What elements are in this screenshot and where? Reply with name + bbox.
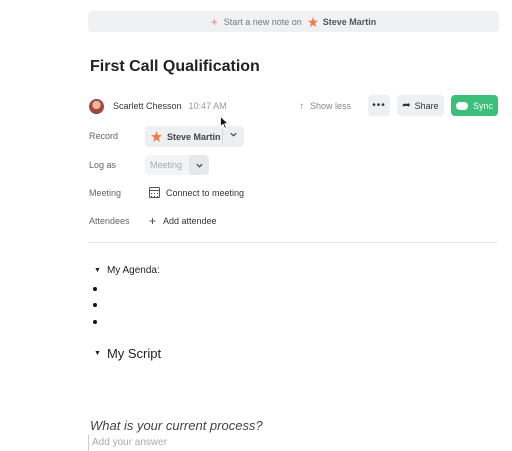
logas-value: Meeting (150, 160, 183, 170)
agenda-bullet[interactable] (93, 320, 97, 324)
sync-button[interactable]: Sync (451, 95, 498, 116)
caret-down-icon[interactable]: ▼ (94, 267, 101, 274)
script-heading-text: My Script (106, 346, 162, 361)
question-text: What is your current process? (90, 418, 263, 433)
show-less-label: Show less (310, 101, 352, 111)
answer-input[interactable]: Add your answer (88, 435, 167, 451)
plus-icon: + (210, 14, 218, 29)
hubspot-contact-icon (307, 16, 318, 27)
logas-select[interactable]: Meeting (145, 155, 209, 175)
new-note-contact: Steve Martin (322, 16, 377, 27)
start-new-note-bar[interactable]: + Start a new note on Steve Martin (88, 11, 499, 32)
hubspot-contact-icon (151, 131, 162, 142)
share-arrow-icon: ➦ (402, 100, 411, 111)
agenda-bullet[interactable] (93, 287, 97, 291)
new-note-prefix: Start a new note on (223, 16, 302, 27)
connect-meeting-button[interactable]: Connect to meeting (149, 187, 244, 198)
more-options-button[interactable]: ••• (368, 95, 390, 116)
agenda-heading[interactable]: ▼ My Agenda: (94, 265, 160, 276)
chevron-down-icon[interactable] (229, 130, 238, 141)
agenda-bullet[interactable] (93, 303, 97, 307)
note-timestamp: 10:47 AM (188, 101, 227, 111)
attendees-value: Add attendee (163, 216, 217, 226)
avatar (89, 98, 104, 114)
section-divider (88, 242, 498, 243)
meeting-label: Meeting (89, 188, 122, 198)
logas-label: Log as (89, 160, 117, 170)
agenda-heading-text: My Agenda: (106, 265, 160, 276)
mouse-cursor-icon (220, 115, 230, 134)
note-title[interactable]: First Call Qualification (90, 58, 260, 76)
record-selector[interactable]: Steve Martin (145, 126, 244, 147)
meeting-value: Connect to meeting (166, 187, 245, 198)
note-meta-row: Scarlett Chesson 10:47 AM ↑ Show less ••… (89, 95, 499, 116)
caret-down-icon[interactable]: ▼ (94, 350, 101, 357)
chevron-down-icon[interactable] (189, 155, 209, 175)
show-less-button[interactable]: ↑ Show less (299, 101, 351, 112)
author-name: Scarlett Chesson (113, 101, 182, 111)
more-icon: ••• (372, 100, 386, 111)
record-value: Steve Martin (167, 131, 221, 142)
cloud-icon (455, 101, 468, 110)
sync-label: Sync (472, 100, 493, 111)
calendar-icon (149, 187, 160, 198)
record-label: Record (89, 131, 119, 141)
add-attendee-button[interactable]: + Add attendee (149, 215, 217, 227)
share-button[interactable]: ➦ Share (397, 95, 444, 116)
share-label: Share (414, 100, 439, 111)
arrow-up-icon: ↑ (299, 100, 304, 112)
plus-icon: + (149, 214, 157, 228)
attendees-label: Attendees (89, 216, 130, 226)
script-heading[interactable]: ▼ My Script (94, 346, 161, 361)
